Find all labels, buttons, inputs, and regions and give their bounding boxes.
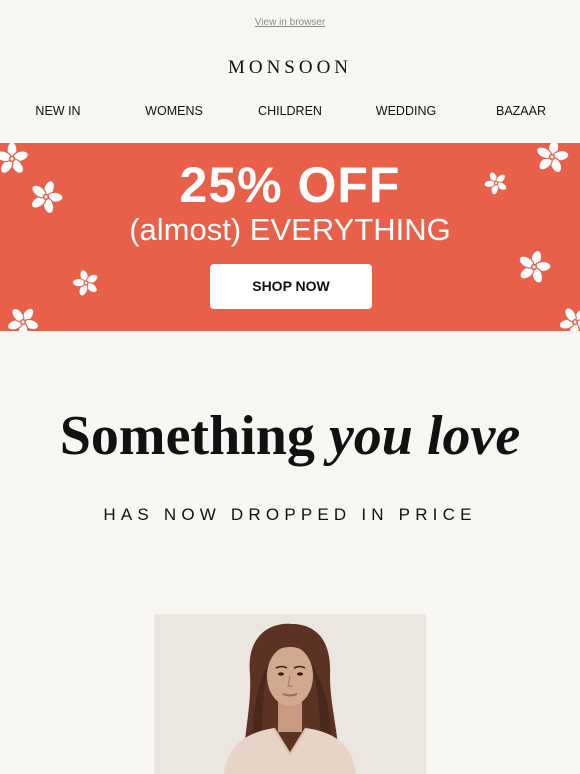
headline-italic: you love	[328, 405, 521, 467]
product-image[interactable]	[154, 614, 426, 774]
main-nav: NEW IN WOMENS CHILDREN WEDDING BAZAAR	[0, 104, 580, 120]
section-subheading: HAS NOW DROPPED IN PRICE	[103, 505, 477, 524]
nav-item-new-in[interactable]: NEW IN	[35, 104, 80, 118]
flower-decoration-icon	[556, 303, 580, 331]
flower-decoration-icon	[514, 247, 554, 287]
promo-banner[interactable]: 25% OFF (almost) EVERYTHING SHOP NOW	[0, 143, 580, 331]
brand-logo[interactable]: MONSOON	[0, 57, 580, 79]
nav-item-bazaar[interactable]: BAZAAR	[496, 104, 546, 118]
banner-headline: 25% OFF	[179, 157, 401, 213]
nav-item-children[interactable]: CHILDREN	[258, 104, 322, 118]
model-photo-icon	[154, 614, 426, 774]
headline-regular: Something	[59, 405, 315, 467]
banner-subline: (almost) EVERYTHING	[129, 212, 451, 247]
section-headline: Something you love	[0, 404, 580, 468]
flower-decoration-icon	[70, 267, 102, 299]
nav-item-wedding[interactable]: WEDDING	[376, 104, 436, 118]
shop-now-button[interactable]: SHOP NOW	[210, 264, 372, 309]
flower-decoration-icon	[4, 303, 42, 331]
view-in-browser-link[interactable]: View in browser	[0, 17, 580, 28]
nav-item-womens[interactable]: WOMENS	[145, 104, 203, 118]
